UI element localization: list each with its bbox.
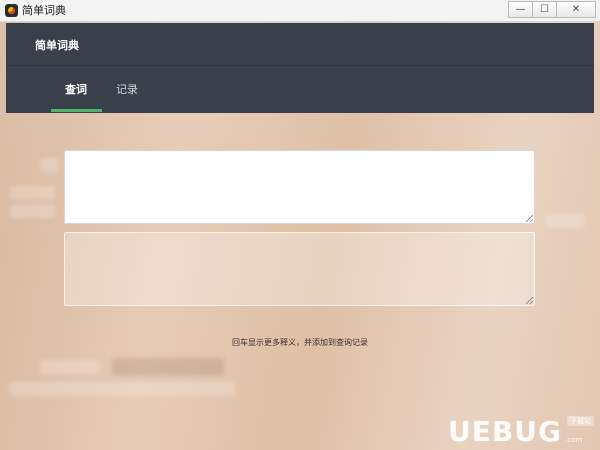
watermark-domain: .com	[565, 436, 583, 444]
active-tab-indicator	[51, 109, 102, 112]
resize-grip-icon[interactable]	[526, 297, 533, 304]
window-title: 简单词典	[22, 4, 66, 17]
background-decoration	[40, 360, 100, 374]
background-decoration	[10, 382, 235, 396]
app-window: 简单词典 — ☐ ✕ 简单词典 查词 记录 回车显示更多释义，并添加到查询记录 …	[0, 0, 600, 450]
window-controls: — ☐ ✕	[508, 1, 596, 18]
app-icon	[5, 4, 18, 17]
close-button[interactable]: ✕	[556, 1, 596, 18]
background-decoration	[10, 204, 55, 218]
background-decoration	[10, 186, 55, 200]
watermark-badge: 下载站	[567, 416, 594, 426]
background-decoration	[545, 214, 585, 228]
watermark-logo: UEBUG 下载站 .com	[448, 410, 600, 450]
tab-query[interactable]: 查词	[65, 83, 87, 97]
resize-grip-icon[interactable]	[526, 215, 533, 222]
minimize-button[interactable]: —	[508, 1, 533, 18]
header-title: 简单词典	[35, 39, 79, 52]
window-titlebar[interactable]: 简单词典 — ☐ ✕	[0, 0, 600, 22]
hint-text: 回车显示更多释义，并添加到查询记录	[232, 338, 368, 347]
result-output[interactable]	[64, 232, 535, 306]
tab-history[interactable]: 记录	[116, 83, 138, 97]
header-divider	[6, 65, 594, 66]
query-input[interactable]	[64, 150, 535, 224]
maximize-button[interactable]: ☐	[532, 1, 557, 18]
watermark-logo-text: UEBUG	[448, 415, 562, 448]
background-decoration	[112, 358, 224, 376]
app-header: 简单词典 查词 记录	[6, 23, 594, 113]
background-decoration	[40, 158, 58, 172]
